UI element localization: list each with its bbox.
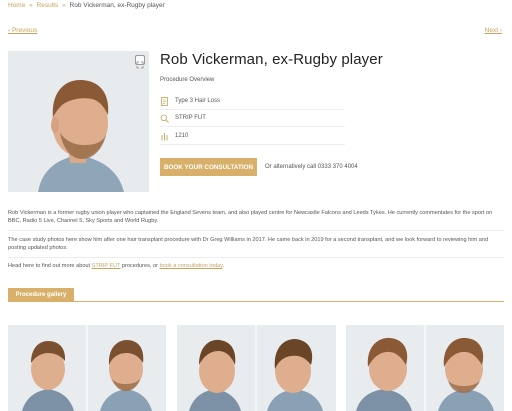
document-icon (160, 96, 169, 106)
patient-portrait (8, 51, 149, 192)
next-link[interactable]: Next › (485, 27, 502, 34)
page-title: Rob Vickerman, ex-Rugby player (160, 51, 383, 68)
previous-link[interactable]: ‹ Previous (8, 27, 37, 34)
description-paragraph: Rob Vickerman is a former rugby union pl… (8, 210, 493, 225)
gallery-tab-underline (8, 301, 504, 302)
breadcrumb-results-link[interactable]: Results (37, 2, 59, 9)
gallery-image[interactable] (346, 325, 504, 411)
patient-photo[interactable] (8, 51, 149, 192)
divider (8, 257, 504, 258)
spec-grafts: 1210 (160, 129, 345, 143)
spec-procedure: STRIP FUT (160, 111, 345, 125)
breadcrumb-separator: » (62, 2, 66, 9)
more-info-prefix: Head here to find out more about (8, 263, 92, 269)
before-after-front-photo (8, 325, 166, 411)
call-text: Or alternatively call 0333 370 4004 (265, 164, 358, 170)
divider (8, 230, 504, 231)
divider (160, 126, 345, 127)
breadcrumb-current: Rob Vickerman, ex-Rugby player (69, 2, 165, 9)
spec-value: Type 3 Hair Loss (175, 98, 221, 104)
description-paragraph: The case study photos here show him afte… (8, 237, 489, 252)
divider (160, 109, 345, 110)
breadcrumb-separator: » (29, 2, 33, 9)
book-consultation-button[interactable]: BOOK YOUR CONSULTATION (160, 158, 257, 176)
divider (160, 144, 345, 145)
follicle-icon (160, 132, 169, 141)
search-icon (160, 114, 169, 123)
book-consultation-link[interactable]: book a consultation today (160, 263, 223, 269)
breadcrumb: Home » Results » Rob Vickerman, ex-Rugby… (8, 2, 165, 9)
spec-hair-loss-type: Type 3 Hair Loss (160, 94, 345, 108)
spec-value: STRIP FUT (175, 115, 206, 121)
spec-value: 1210 (175, 133, 189, 139)
before-after-side-photo (177, 325, 336, 411)
gallery-image[interactable] (177, 325, 336, 411)
more-info-middle: procedures, or (120, 263, 160, 269)
tab-procedure-gallery[interactable]: Procedure gallery (8, 288, 74, 301)
before-after-profile-photo (346, 325, 504, 411)
gallery-image[interactable] (8, 325, 166, 411)
more-info-paragraph: Head here to find out more about STRIP F… (8, 262, 503, 270)
more-info-suffix: . (222, 263, 225, 269)
strip-fut-link[interactable]: STRIP FUT (92, 263, 121, 269)
breadcrumb-home-link[interactable]: Home (8, 2, 25, 9)
expand-icon[interactable] (135, 55, 145, 69)
procedure-overview-label: Procedure Overview (160, 77, 215, 83)
